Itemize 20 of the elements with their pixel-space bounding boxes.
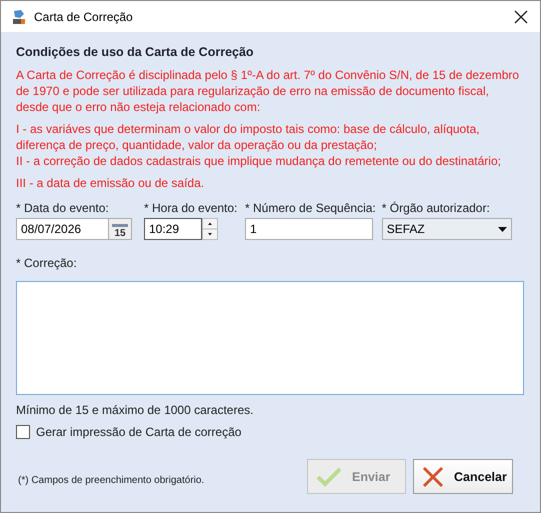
date-field[interactable]: 08/07/2026	[16, 218, 109, 240]
condition-text: I - as variáves que determinam o valor do imposto tais como: base de cálculo, alíquota, diferença de preço, quantidade, valor da operação ou da prestação;	[16, 121, 481, 153]
field-label: * Hora do evento:	[144, 201, 238, 215]
time-field[interactable]: 10:29	[144, 218, 202, 240]
window-title: Carta de Correção	[34, 10, 134, 24]
cancel-button[interactable]: Cancelar	[413, 459, 513, 494]
calendar-icon[interactable]: 15	[109, 218, 132, 240]
condition-text: II - a correção de dados cadastrais que implique mudança do remetente ou do destinatário;	[16, 153, 502, 169]
sequence-field[interactable]: 1	[245, 218, 373, 240]
field-label: * Órgão autorizador:	[382, 201, 491, 215]
condition-text: III - a data de emissão ou de saída.	[16, 175, 206, 191]
field-label: * Número de Sequência:	[245, 201, 376, 215]
field-label: * Correção:	[16, 256, 78, 270]
dropdown[interactable]: SEFAZ	[382, 218, 512, 240]
field-label: * Data do evento:	[16, 201, 110, 215]
section-title: Condições de uso da Carta de Correção	[16, 45, 255, 59]
hint-text: Mínimo de 15 e máximo de 1000 caracteres.	[16, 403, 254, 417]
checkbox-label[interactable]: Gerar impressão de Carta de correção	[36, 425, 242, 439]
footnote: (*) Campos de preenchimento obrigatório.	[18, 475, 204, 486]
condition-text: A Carta de Correção é disciplinada pelo § 1º-A do art. 7º do Convênio S/N, de 15 de dezembro de 1970 e pode ser utilizada para regularização de erro na emissão de documento fiscal, desde que o erro não esteja relacionado com:	[16, 67, 520, 115]
